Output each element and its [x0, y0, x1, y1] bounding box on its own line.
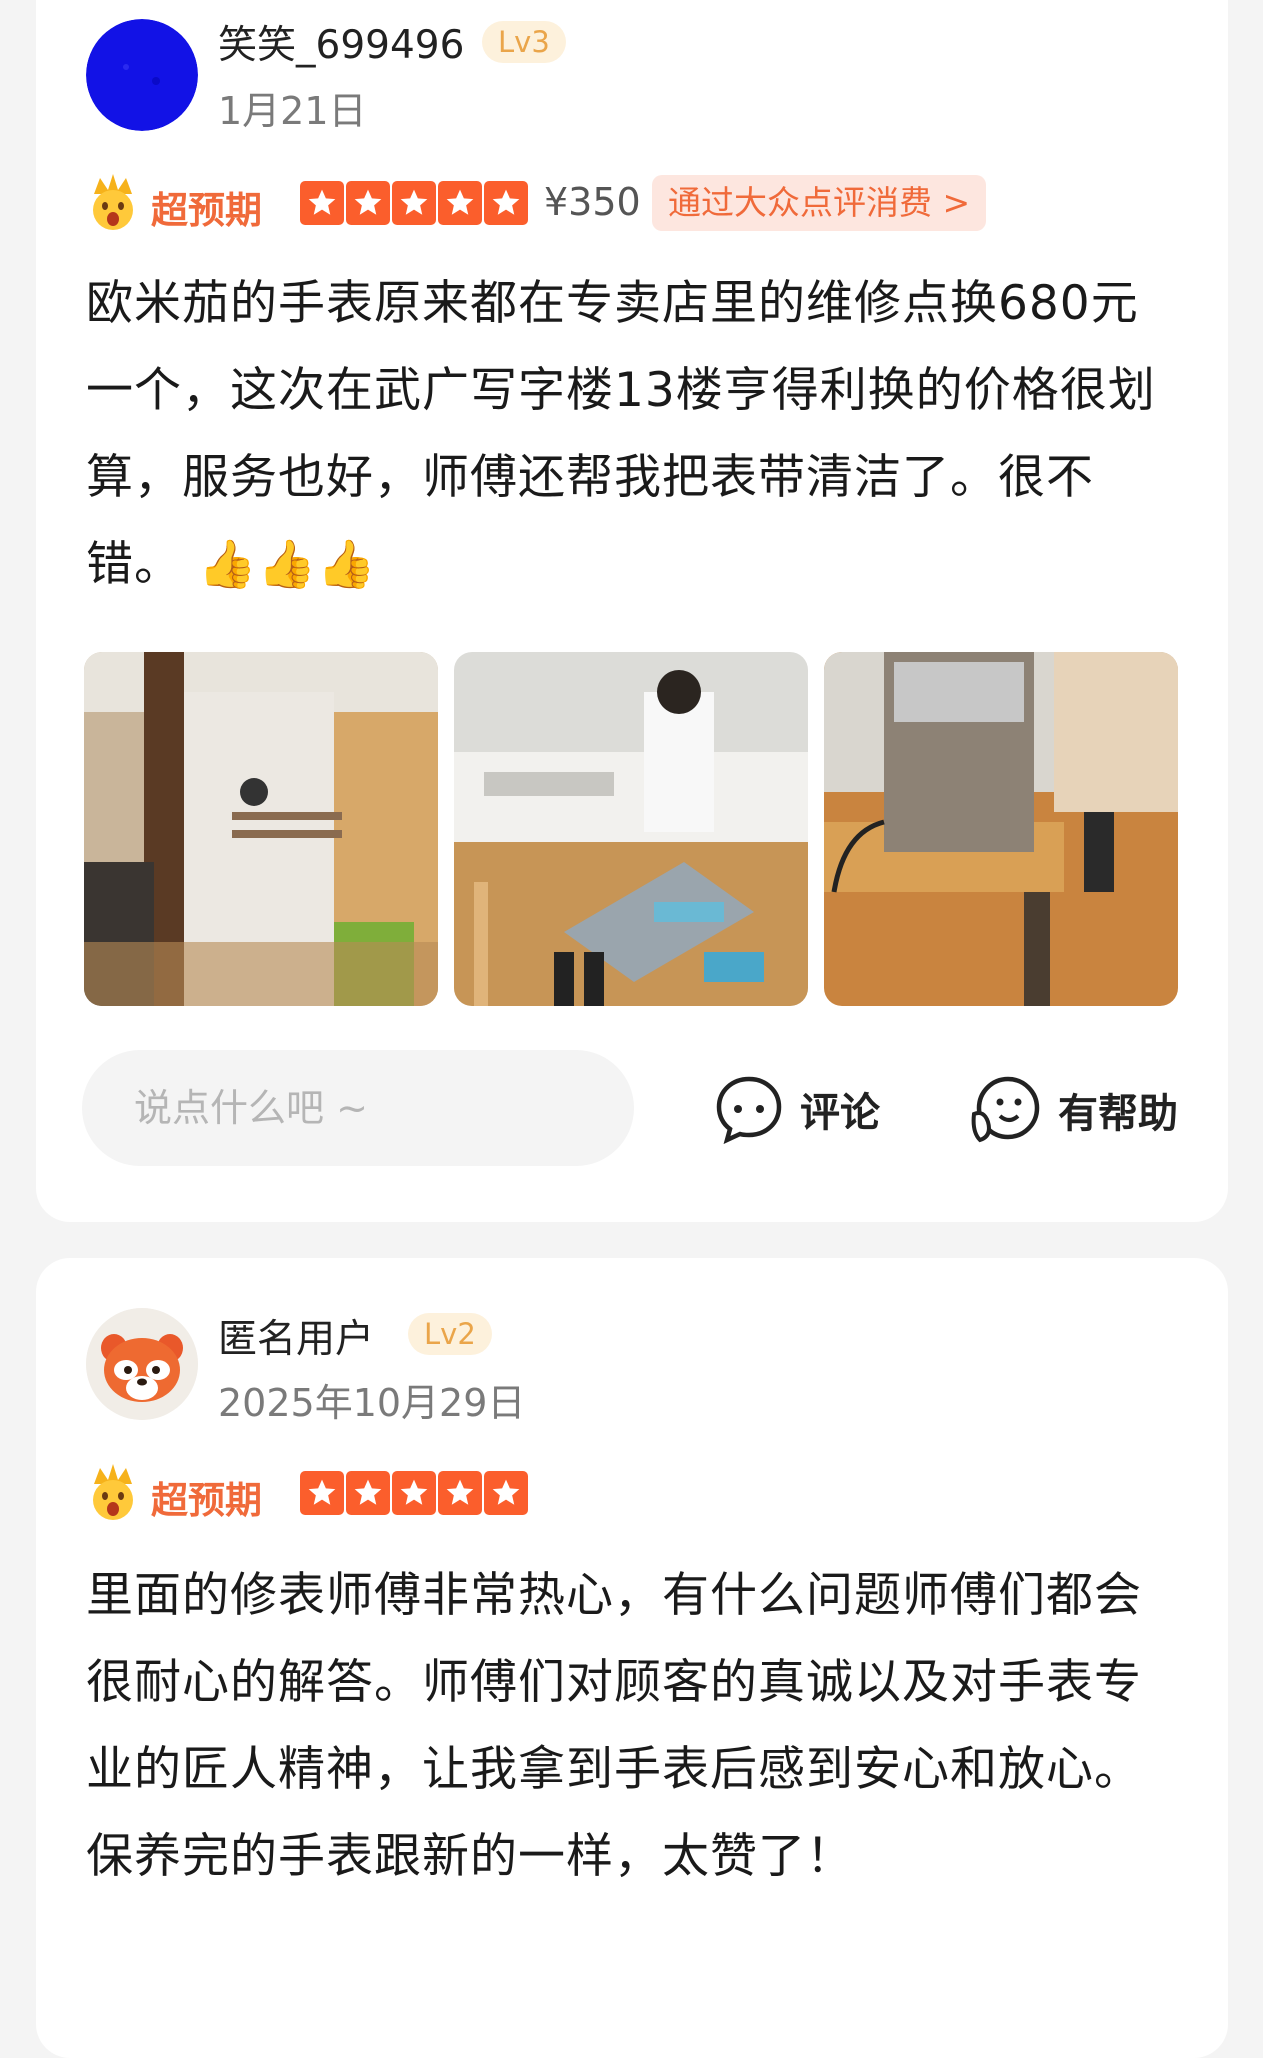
- helpful-label: 有帮助: [1058, 1091, 1178, 1137]
- comment-label: 评论: [800, 1090, 880, 1136]
- star-icon: [392, 1471, 436, 1515]
- star-icon: [300, 1471, 344, 1515]
- user-level-badge: Lv3: [482, 21, 566, 63]
- star-icon: [438, 181, 482, 225]
- star-icon: [438, 1471, 482, 1515]
- consumption-source-link[interactable]: 通过大众点评消费 >: [652, 175, 987, 231]
- user-level-badge: Lv2: [408, 1313, 492, 1355]
- review-date: 1月21日: [218, 89, 367, 133]
- star-icon: [346, 1471, 390, 1515]
- star-icon: [392, 181, 436, 225]
- review-card: 匿名用户 Lv2 2025年10月29日 超预期 里面的修表师傅非常热心，有什么…: [36, 1258, 1228, 2058]
- user-avatar[interactable]: [86, 19, 198, 131]
- star-rating: [300, 181, 528, 225]
- comment-input[interactable]: 说点什么吧 ~: [82, 1050, 634, 1166]
- star-icon: [484, 1471, 528, 1515]
- review-card: 笑笑_699496 Lv3 1月21日 超预期 ¥350 通过大众点评消费 > …: [36, 0, 1228, 1222]
- review-photo[interactable]: [824, 652, 1178, 1006]
- star-icon: [346, 181, 390, 225]
- exceed-expectation-label: 超预期: [151, 189, 262, 232]
- exceed-expectation-icon: [84, 172, 142, 232]
- star-rating: [300, 1471, 528, 1515]
- exceed-expectation-icon: [84, 1462, 142, 1522]
- comment-button[interactable]: 评论: [714, 1074, 880, 1144]
- review-text: 欧米茄的手表原来都在专卖店里的维修点换680元一个，这次在武广写字楼13楼亨得利…: [86, 260, 1186, 608]
- user-avatar[interactable]: [86, 1308, 198, 1420]
- star-icon: [300, 181, 344, 225]
- review-date: 2025年10月29日: [218, 1381, 526, 1425]
- star-icon: [484, 181, 528, 225]
- username[interactable]: 笑笑_699496: [218, 14, 464, 70]
- review-text: 里面的修表师傅非常热心，有什么问题师傅们都会很耐心的解答。师傅们对顾客的真诚以及…: [86, 1568, 1142, 1884]
- review-photo[interactable]: [84, 652, 438, 1006]
- review-photo[interactable]: [454, 652, 808, 1006]
- helpful-button[interactable]: 有帮助: [970, 1074, 1178, 1146]
- exceed-expectation-label: 超预期: [151, 1479, 262, 1522]
- thumbs-up-emoji: 👍👍👍: [197, 537, 377, 592]
- comment-bubble-icon: [716, 1076, 782, 1144]
- helpful-face-icon: [971, 1076, 1040, 1143]
- username[interactable]: 匿名用户: [218, 1308, 374, 1364]
- price-per-person: ¥350: [544, 180, 641, 224]
